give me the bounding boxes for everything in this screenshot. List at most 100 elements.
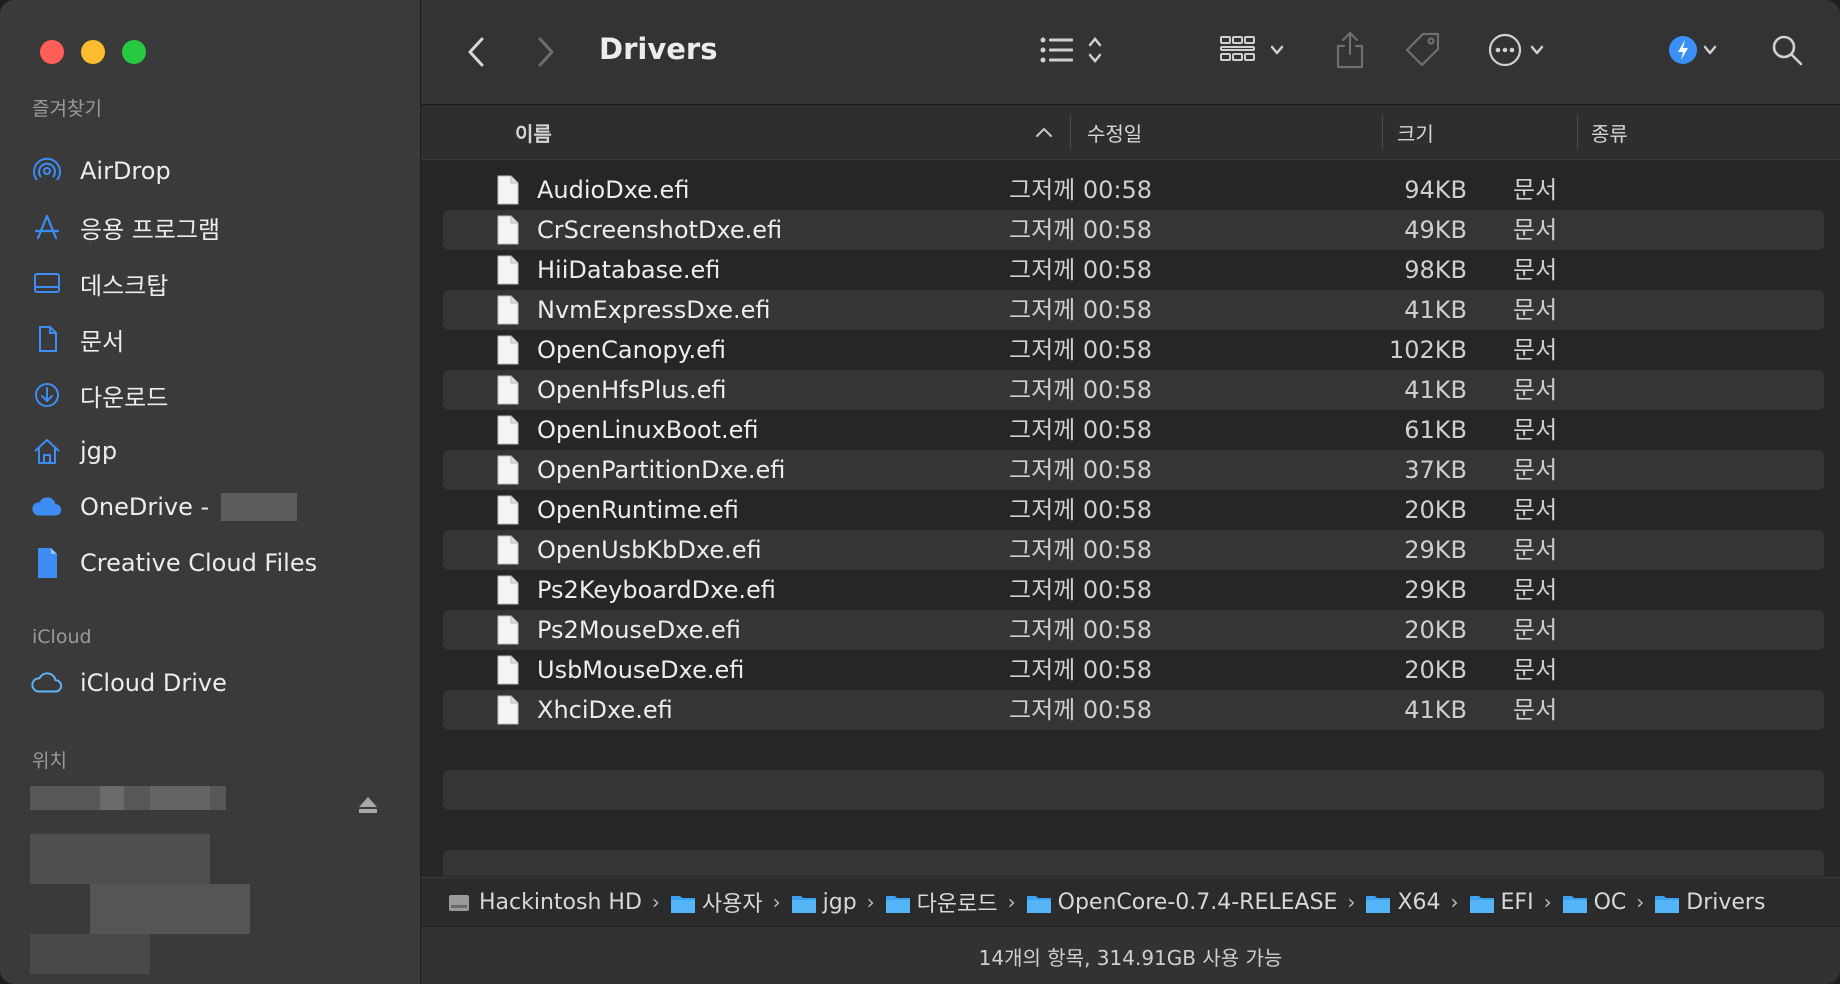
file-date: 그저께 00:58: [1009, 296, 1153, 324]
path-crumb[interactable]: OpenCore-0.7.4-RELEASE: [1026, 890, 1337, 915]
path-crumb[interactable]: X64: [1365, 889, 1441, 915]
close-button[interactable]: [40, 40, 64, 64]
sidebar-item-home[interactable]: jgp: [30, 431, 117, 471]
sidebar-item-downloads[interactable]: 다운로드: [30, 375, 168, 415]
share-button[interactable]: [1333, 30, 1367, 74]
document-file-icon: [497, 175, 519, 205]
file-row[interactable]: OpenHfsPlus.efi 그저께 00:58 41KB 문서: [443, 370, 1824, 410]
path-crumb-label: OC: [1593, 889, 1627, 915]
sidebar-item-applications[interactable]: 응용 프로그램: [30, 207, 220, 247]
column-name-header[interactable]: 이름: [515, 105, 552, 159]
search-button[interactable]: [1769, 30, 1805, 74]
path-crumb[interactable]: OC: [1562, 889, 1627, 915]
file-size: 29KB: [1404, 536, 1467, 564]
forward-button[interactable]: [533, 30, 557, 74]
extension-button[interactable]: [1665, 30, 1725, 74]
document-file-icon: [497, 535, 519, 565]
file-row[interactable]: AudioDxe.efi 그저께 00:58 94KB 문서: [443, 170, 1824, 210]
view-list-button[interactable]: [1039, 30, 1109, 74]
sidebar: 즐겨찾기 AirDrop 응용 프로그램 데스크탑 문서 다운로드 jgp On…: [0, 0, 421, 984]
file-kind: 문서: [1513, 176, 1558, 204]
lightning-extension-icon: [1665, 30, 1725, 74]
path-crumb[interactable]: jgp: [791, 890, 857, 915]
back-button[interactable]: [465, 30, 489, 74]
document-file-icon: [497, 295, 519, 325]
column-separator[interactable]: [1382, 115, 1383, 149]
file-name: OpenPartitionDxe.efi: [537, 456, 786, 484]
path-separator-icon: ›: [1636, 890, 1645, 914]
file-row[interactable]: UsbMouseDxe.efi 그저께 00:58 20KB 문서: [443, 650, 1824, 690]
file-name: OpenUsbKbDxe.efi: [537, 536, 762, 564]
column-size-header[interactable]: 크기: [1397, 105, 1434, 159]
status-bar: 14개의 항목, 314.91GB 사용 가능: [421, 926, 1840, 984]
column-separator[interactable]: [1577, 115, 1578, 149]
file-row[interactable]: Ps2KeyboardDxe.efi 그저께 00:58 29KB 문서: [443, 570, 1824, 610]
locations-section-label: 위치: [32, 750, 67, 772]
file-date: 그저께 00:58: [1009, 616, 1153, 644]
search-icon: [1769, 32, 1805, 72]
file-date: 그저께 00:58: [1009, 216, 1153, 244]
favorites-section-label: 즐겨찾기: [32, 98, 102, 120]
file-row[interactable]: XhciDxe.efi 그저께 00:58 41KB 문서: [443, 690, 1824, 730]
sidebar-item-onedrive[interactable]: OneDrive -: [30, 487, 298, 527]
sidebar-item-desktop[interactable]: 데스크탑: [30, 263, 168, 303]
file-date: 그저께 00:58: [1009, 336, 1153, 364]
sidebar-item-creative-cloud[interactable]: Creative Cloud Files: [30, 543, 317, 583]
file-name: Ps2MouseDxe.efi: [537, 616, 741, 644]
path-separator-icon: ›: [1543, 890, 1552, 914]
zoom-button[interactable]: [122, 40, 146, 64]
file-row[interactable]: NvmExpressDxe.efi 그저께 00:58 41KB 문서: [443, 290, 1824, 330]
document-file-icon: [497, 455, 519, 485]
tag-button[interactable]: [1403, 30, 1443, 74]
more-actions-button[interactable]: [1487, 30, 1557, 74]
group-button[interactable]: [1219, 30, 1293, 74]
file-row[interactable]: Ps2MouseDxe.efi 그저께 00:58 20KB 문서: [443, 610, 1824, 650]
path-crumb[interactable]: EFI: [1469, 890, 1534, 915]
file-date: 그저께 00:58: [1009, 696, 1153, 724]
disk-icon: [447, 892, 471, 912]
sidebar-item-icloud-drive[interactable]: iCloud Drive: [30, 663, 227, 703]
path-crumb[interactable]: Hackintosh HD: [447, 890, 642, 915]
sidebar-item-label: OneDrive -: [80, 493, 210, 521]
redacted-account: [221, 493, 298, 521]
file-row[interactable]: OpenLinuxBoot.efi 그저께 00:58 61KB 문서: [443, 410, 1824, 450]
file-row[interactable]: HiiDatabase.efi 그저께 00:58 98KB 문서: [443, 250, 1824, 290]
file-name: OpenRuntime.efi: [537, 496, 739, 524]
file-row[interactable]: OpenUsbKbDxe.efi 그저께 00:58 29KB 문서: [443, 530, 1824, 570]
file-size: 29KB: [1404, 576, 1467, 604]
minimize-button[interactable]: [81, 40, 105, 64]
column-date-header[interactable]: 수정일: [1087, 105, 1142, 159]
file-name: Ps2KeyboardDxe.efi: [537, 576, 776, 604]
grid-icon: [1219, 33, 1293, 71]
file-row[interactable]: OpenPartitionDxe.efi 그저께 00:58 37KB 문서: [443, 450, 1824, 490]
file-row[interactable]: CrScreenshotDxe.efi 그저께 00:58 49KB 문서: [443, 210, 1824, 250]
redacted-location-2[interactable]: [30, 834, 210, 884]
column-kind-header[interactable]: 종류: [1591, 105, 1628, 159]
sidebar-item-airdrop[interactable]: AirDrop: [30, 151, 171, 191]
file-row[interactable]: OpenRuntime.efi 그저께 00:58 20KB 문서: [443, 490, 1824, 530]
file-kind: 문서: [1513, 456, 1558, 484]
share-icon: [1333, 30, 1367, 74]
column-separator[interactable]: [1070, 115, 1071, 149]
path-crumb-label: Hackintosh HD: [479, 889, 642, 915]
path-crumb-label: X64: [1397, 889, 1441, 915]
path-crumb[interactable]: 사용자: [670, 886, 763, 918]
file-size: 41KB: [1404, 296, 1467, 324]
path-crumb[interactable]: 다운로드: [885, 886, 998, 918]
file-kind: 문서: [1513, 376, 1558, 404]
sidebar-item-label: AirDrop: [80, 157, 171, 185]
eject-icon[interactable]: [358, 796, 378, 813]
file-row[interactable]: OpenCanopy.efi 그저께 00:58 102KB 문서: [443, 330, 1824, 370]
cloud-icon: [30, 490, 64, 524]
document-file-icon: [497, 415, 519, 445]
file-kind: 문서: [1513, 216, 1558, 244]
path-crumb[interactable]: Drivers: [1654, 890, 1765, 915]
file-date: 그저께 00:58: [1009, 256, 1153, 284]
path-separator-icon: ›: [1347, 890, 1356, 914]
file-name: OpenCanopy.efi: [537, 336, 726, 364]
window-title: Drivers: [599, 32, 718, 66]
icloud-icon: [30, 666, 64, 700]
file-list: AudioDxe.efi 그저께 00:58 94KB 문서 CrScreenshotD…: [443, 170, 1824, 730]
sort-ascending-icon[interactable]: [1035, 105, 1053, 159]
sidebar-item-documents[interactable]: 문서: [30, 319, 124, 359]
